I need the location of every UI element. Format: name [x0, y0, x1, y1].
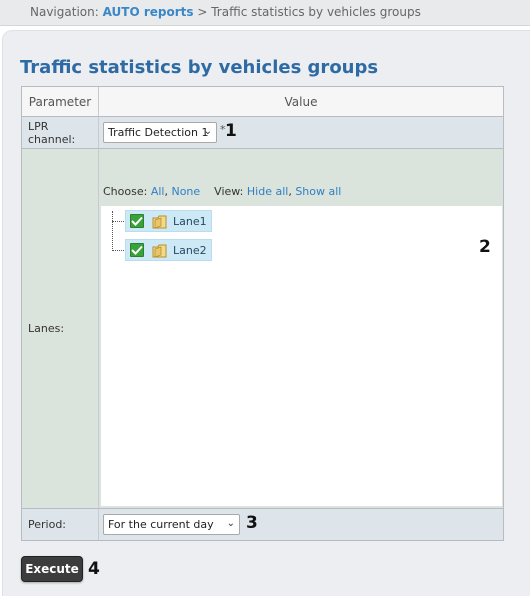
period-label: Period: — [22, 509, 99, 540]
view-label: View: — [214, 185, 244, 198]
lpr-channel-label: LPR channel: — [22, 117, 99, 149]
column-header-value: Value — [99, 87, 503, 117]
checkbox-checked-icon[interactable] — [130, 243, 144, 257]
callout-marker-2: 2 — [479, 237, 491, 257]
callout-marker-4: 4 — [88, 559, 100, 579]
lpr-channel-selected-value: Traffic Detection 1 — [108, 126, 209, 139]
breadcrumb-current: Traffic statistics by vehicles groups — [211, 5, 421, 19]
lanes-value-cell: Choose: All, None View: Hide all, Show a… — [99, 149, 503, 509]
tree-item-lane2[interactable]: Lane2 — [125, 239, 212, 261]
column-header-parameter: Parameter — [22, 87, 99, 117]
parameters-table: Parameter Value LPR channel: Traffic Det… — [21, 86, 504, 541]
folder-icon — [152, 215, 167, 229]
view-hide-all-link[interactable]: Hide all — [247, 185, 288, 198]
callout-marker-1: 1 — [225, 121, 237, 141]
tree-connector — [112, 221, 126, 222]
tree-item-lane1[interactable]: Lane1 — [125, 210, 212, 232]
lanes-tree: Lane1 Lane2 2 — [101, 206, 502, 506]
breadcrumb-prefix: Navigation: — [30, 5, 99, 19]
choose-none-link[interactable]: None — [171, 185, 200, 198]
choose-label: Choose: — [103, 185, 148, 198]
tree-connector — [112, 211, 113, 251]
tree-item-label: Lane2 — [173, 243, 207, 257]
lanes-choose-bar: Choose: All, None View: Hide all, Show a… — [103, 185, 342, 198]
period-value-cell: For the current day ⌄ 3 — [99, 509, 503, 540]
breadcrumb-separator: > — [197, 5, 208, 19]
folder-icon — [152, 244, 167, 258]
page-title: Traffic statistics by vehicles groups — [20, 57, 379, 78]
view-show-all-link[interactable]: Show all — [295, 185, 341, 198]
breadcrumb-link-auto-reports[interactable]: AUTO reports — [103, 5, 194, 19]
choose-all-link[interactable]: All — [151, 185, 165, 198]
checkbox-checked-icon[interactable] — [130, 214, 144, 228]
lanes-label: Lanes: — [22, 149, 99, 509]
period-selected-value: For the current day — [108, 518, 214, 531]
lpr-channel-select[interactable]: Traffic Detection 1 ⌄ — [103, 122, 217, 143]
tree-connector — [112, 250, 126, 251]
callout-marker-3: 3 — [246, 513, 258, 533]
chevron-down-icon: ⌄ — [226, 518, 235, 529]
tree-item-label: Lane1 — [173, 214, 207, 228]
execute-button[interactable]: Execute — [21, 556, 83, 582]
chevron-down-icon: ⌄ — [203, 126, 212, 137]
lpr-channel-value-cell: Traffic Detection 1 ⌄ * 1 — [99, 117, 503, 149]
breadcrumb: Navigation: AUTO reports > Traffic stati… — [0, 0, 530, 26]
period-select[interactable]: For the current day ⌄ — [103, 514, 240, 535]
